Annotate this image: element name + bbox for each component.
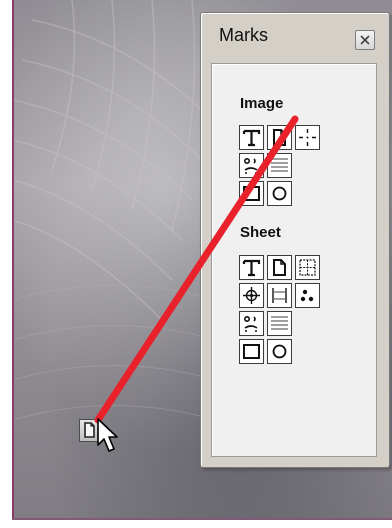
section-label-image: Image xyxy=(240,95,284,112)
face-mark-icon[interactable] xyxy=(239,311,264,336)
page-mark-icon[interactable] xyxy=(267,255,292,280)
close-icon[interactable] xyxy=(355,30,375,50)
window-bottom-strip xyxy=(12,520,392,528)
dots-mark-icon[interactable] xyxy=(295,283,320,308)
face-mark-icon[interactable] xyxy=(239,153,264,178)
bleed-mark-icon[interactable] xyxy=(267,283,292,308)
rectangle-mark-icon[interactable] xyxy=(239,181,264,206)
grid-mark-icon[interactable] xyxy=(295,255,320,280)
lines-mark-icon[interactable] xyxy=(267,311,292,336)
rectangle-mark-icon[interactable] xyxy=(239,339,264,364)
palette-titlebar[interactable]: Marks xyxy=(201,13,389,50)
lines-mark-icon[interactable] xyxy=(267,153,292,178)
page-mark-icon[interactable] xyxy=(267,125,292,150)
palette-title: Marks xyxy=(219,25,268,45)
crosshair-mark-icon[interactable] xyxy=(239,283,264,308)
text-mark-icon[interactable] xyxy=(239,125,264,150)
circle-mark-icon[interactable] xyxy=(267,181,292,206)
text-mark-icon[interactable] xyxy=(239,255,264,280)
arrow-cursor-icon xyxy=(97,418,118,452)
marks-panel: Image Sheet xyxy=(211,63,377,457)
section-label-sheet: Sheet xyxy=(240,224,281,241)
marks-palette[interactable]: Marks Image Sheet xyxy=(200,12,390,468)
circle-mark-icon[interactable] xyxy=(267,339,292,364)
canvas-left-border xyxy=(12,0,14,528)
registration-mark-icon[interactable] xyxy=(295,125,320,150)
